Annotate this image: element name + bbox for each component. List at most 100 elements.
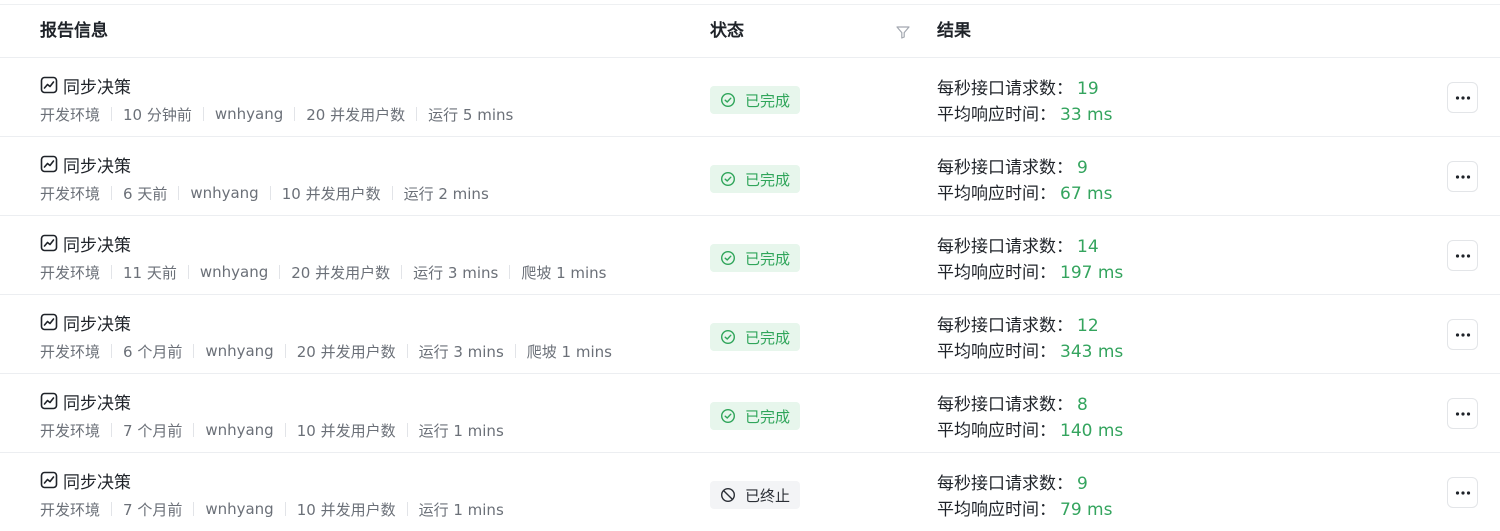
avg-response-label: 平均响应时间： bbox=[937, 263, 1056, 283]
meta-item: wnhyang bbox=[190, 184, 259, 202]
report-meta: 开发环境 6 个月前 wnhyang 20 并发用户数 运行 3 mins 爬坡 1 mi… bbox=[40, 340, 612, 362]
meta-item: 运行 3 mins bbox=[413, 263, 499, 282]
meta-item: 运行 1 mins bbox=[418, 500, 504, 519]
meta-divider bbox=[401, 265, 403, 279]
meta-item: wnhyang bbox=[205, 421, 274, 439]
more-actions-button[interactable] bbox=[1447, 82, 1478, 113]
report-title-text: 同步决策 bbox=[63, 156, 131, 177]
rps-result: 每秒接口请求数： 8 bbox=[937, 390, 1088, 415]
meta-divider bbox=[193, 502, 195, 516]
meta-item: 7 个月前 bbox=[123, 421, 183, 440]
report-title-text: 同步决策 bbox=[63, 314, 131, 335]
rps-label: 每秒接口请求数： bbox=[937, 158, 1073, 178]
avg-response-label: 平均响应时间： bbox=[937, 342, 1056, 362]
meta-divider bbox=[111, 344, 113, 358]
more-actions-button[interactable] bbox=[1447, 161, 1478, 192]
check-circle-icon bbox=[720, 171, 736, 187]
status-text: 已完成 bbox=[745, 407, 791, 426]
meta-divider bbox=[406, 502, 408, 516]
meta-divider bbox=[193, 344, 195, 358]
meta-item: 20 并发用户数 bbox=[291, 263, 391, 282]
meta-divider bbox=[406, 423, 408, 437]
status-text: 已完成 bbox=[745, 328, 791, 347]
rps-label: 每秒接口请求数： bbox=[937, 237, 1073, 257]
table-row[interactable]: 同步决策 开发环境 7 个月前 wnhyang 10 并发用户数 运行 1 mins 已… bbox=[0, 453, 1500, 531]
chart-icon bbox=[40, 155, 58, 173]
status-text: 已终止 bbox=[745, 486, 791, 505]
report-title[interactable]: 同步决策 bbox=[40, 389, 131, 414]
avg-response-result: 平均响应时间： 33 ms bbox=[937, 100, 1112, 125]
more-actions-button[interactable] bbox=[1447, 240, 1478, 271]
filter-icon[interactable] bbox=[893, 22, 913, 42]
more-actions-button[interactable] bbox=[1447, 319, 1478, 350]
rps-result: 每秒接口请求数： 9 bbox=[937, 153, 1088, 178]
column-header-status: 状态 bbox=[710, 21, 744, 41]
report-title[interactable]: 同步决策 bbox=[40, 73, 131, 98]
chart-icon bbox=[40, 471, 58, 489]
ban-icon bbox=[720, 487, 736, 503]
meta-item: 运行 5 mins bbox=[428, 105, 514, 124]
meta-item: 运行 1 mins bbox=[418, 421, 504, 440]
more-actions-button[interactable] bbox=[1447, 477, 1478, 508]
status-text: 已完成 bbox=[745, 249, 791, 268]
table-row[interactable]: 同步决策 开发环境 7 个月前 wnhyang 10 并发用户数 运行 1 mins 已… bbox=[0, 374, 1500, 453]
meta-divider bbox=[178, 186, 180, 200]
status-text: 已完成 bbox=[745, 170, 791, 189]
meta-item: 10 分钟前 bbox=[123, 105, 192, 124]
rps-label: 每秒接口请求数： bbox=[937, 316, 1073, 336]
check-circle-icon bbox=[720, 92, 736, 108]
report-meta: 开发环境 11 天前 wnhyang 20 并发用户数 运行 3 mins 爬坡 1 mi… bbox=[40, 261, 607, 283]
meta-item: 开发环境 bbox=[40, 500, 101, 519]
meta-item: wnhyang bbox=[199, 263, 269, 281]
report-title[interactable]: 同步决策 bbox=[40, 468, 131, 493]
meta-item: 10 并发用户数 bbox=[281, 184, 381, 203]
meta-item: 运行 2 mins bbox=[403, 184, 489, 203]
avg-response-label: 平均响应时间： bbox=[937, 500, 1056, 520]
report-meta: 开发环境 7 个月前 wnhyang 10 并发用户数 运行 1 mins bbox=[40, 498, 504, 520]
check-circle-icon bbox=[720, 408, 736, 424]
report-title[interactable]: 同步决策 bbox=[40, 152, 131, 177]
chart-icon bbox=[40, 392, 58, 410]
report-title[interactable]: 同步决策 bbox=[40, 310, 131, 335]
meta-item: wnhyang bbox=[205, 342, 274, 360]
table-row[interactable]: 同步决策 开发环境 11 天前 wnhyang 20 并发用户数 运行 3 mins 爬坡… bbox=[0, 216, 1500, 295]
avg-response-result: 平均响应时间： 79 ms bbox=[937, 495, 1112, 520]
rps-value: 19 bbox=[1077, 79, 1099, 99]
meta-divider bbox=[111, 107, 113, 121]
avg-response-result: 平均响应时间： 343 ms bbox=[937, 337, 1123, 362]
more-actions-button[interactable] bbox=[1447, 398, 1478, 429]
meta-item: 6 天前 bbox=[123, 184, 168, 203]
report-meta: 开发环境 7 个月前 wnhyang 10 并发用户数 运行 1 mins bbox=[40, 419, 504, 441]
meta-item: 6 个月前 bbox=[123, 342, 183, 361]
report-title[interactable]: 同步决策 bbox=[40, 231, 131, 256]
report-title-text: 同步决策 bbox=[63, 77, 131, 98]
rps-result: 每秒接口请求数： 19 bbox=[937, 74, 1099, 99]
status-badge: 已完成 bbox=[710, 244, 801, 272]
report-title-text: 同步决策 bbox=[63, 393, 131, 414]
meta-divider bbox=[406, 344, 408, 358]
chart-icon bbox=[40, 313, 58, 331]
avg-response-value: 67 ms bbox=[1060, 184, 1113, 204]
meta-item: 开发环境 bbox=[40, 342, 101, 361]
rps-value: 12 bbox=[1077, 316, 1099, 336]
check-circle-icon bbox=[720, 329, 736, 345]
meta-divider bbox=[284, 423, 286, 437]
meta-item: 11 天前 bbox=[123, 263, 177, 282]
meta-item: 爬坡 1 mins bbox=[521, 263, 607, 282]
meta-divider bbox=[111, 423, 113, 437]
meta-divider bbox=[514, 344, 516, 358]
report-meta: 开发环境 6 天前 wnhyang 10 并发用户数 运行 2 mins bbox=[40, 182, 489, 204]
more-icon bbox=[1455, 490, 1471, 495]
avg-response-result: 平均响应时间： 67 ms bbox=[937, 179, 1112, 204]
table-row[interactable]: 同步决策 开发环境 6 个月前 wnhyang 20 并发用户数 运行 3 mins 爬坡… bbox=[0, 295, 1500, 374]
status-badge: 已完成 bbox=[710, 402, 801, 430]
avg-response-value: 343 ms bbox=[1060, 342, 1124, 362]
meta-divider bbox=[193, 423, 195, 437]
table-row[interactable]: 同步决策 开发环境 10 分钟前 wnhyang 20 并发用户数 运行 5 mins … bbox=[0, 58, 1500, 137]
rps-result: 每秒接口请求数： 14 bbox=[937, 232, 1099, 257]
status-badge: 已完成 bbox=[710, 86, 801, 114]
table-row[interactable]: 同步决策 开发环境 6 天前 wnhyang 10 并发用户数 运行 2 mins 已完… bbox=[0, 137, 1500, 216]
meta-item: 10 并发用户数 bbox=[296, 500, 396, 519]
status-text: 已完成 bbox=[745, 91, 791, 110]
meta-divider bbox=[111, 265, 113, 279]
